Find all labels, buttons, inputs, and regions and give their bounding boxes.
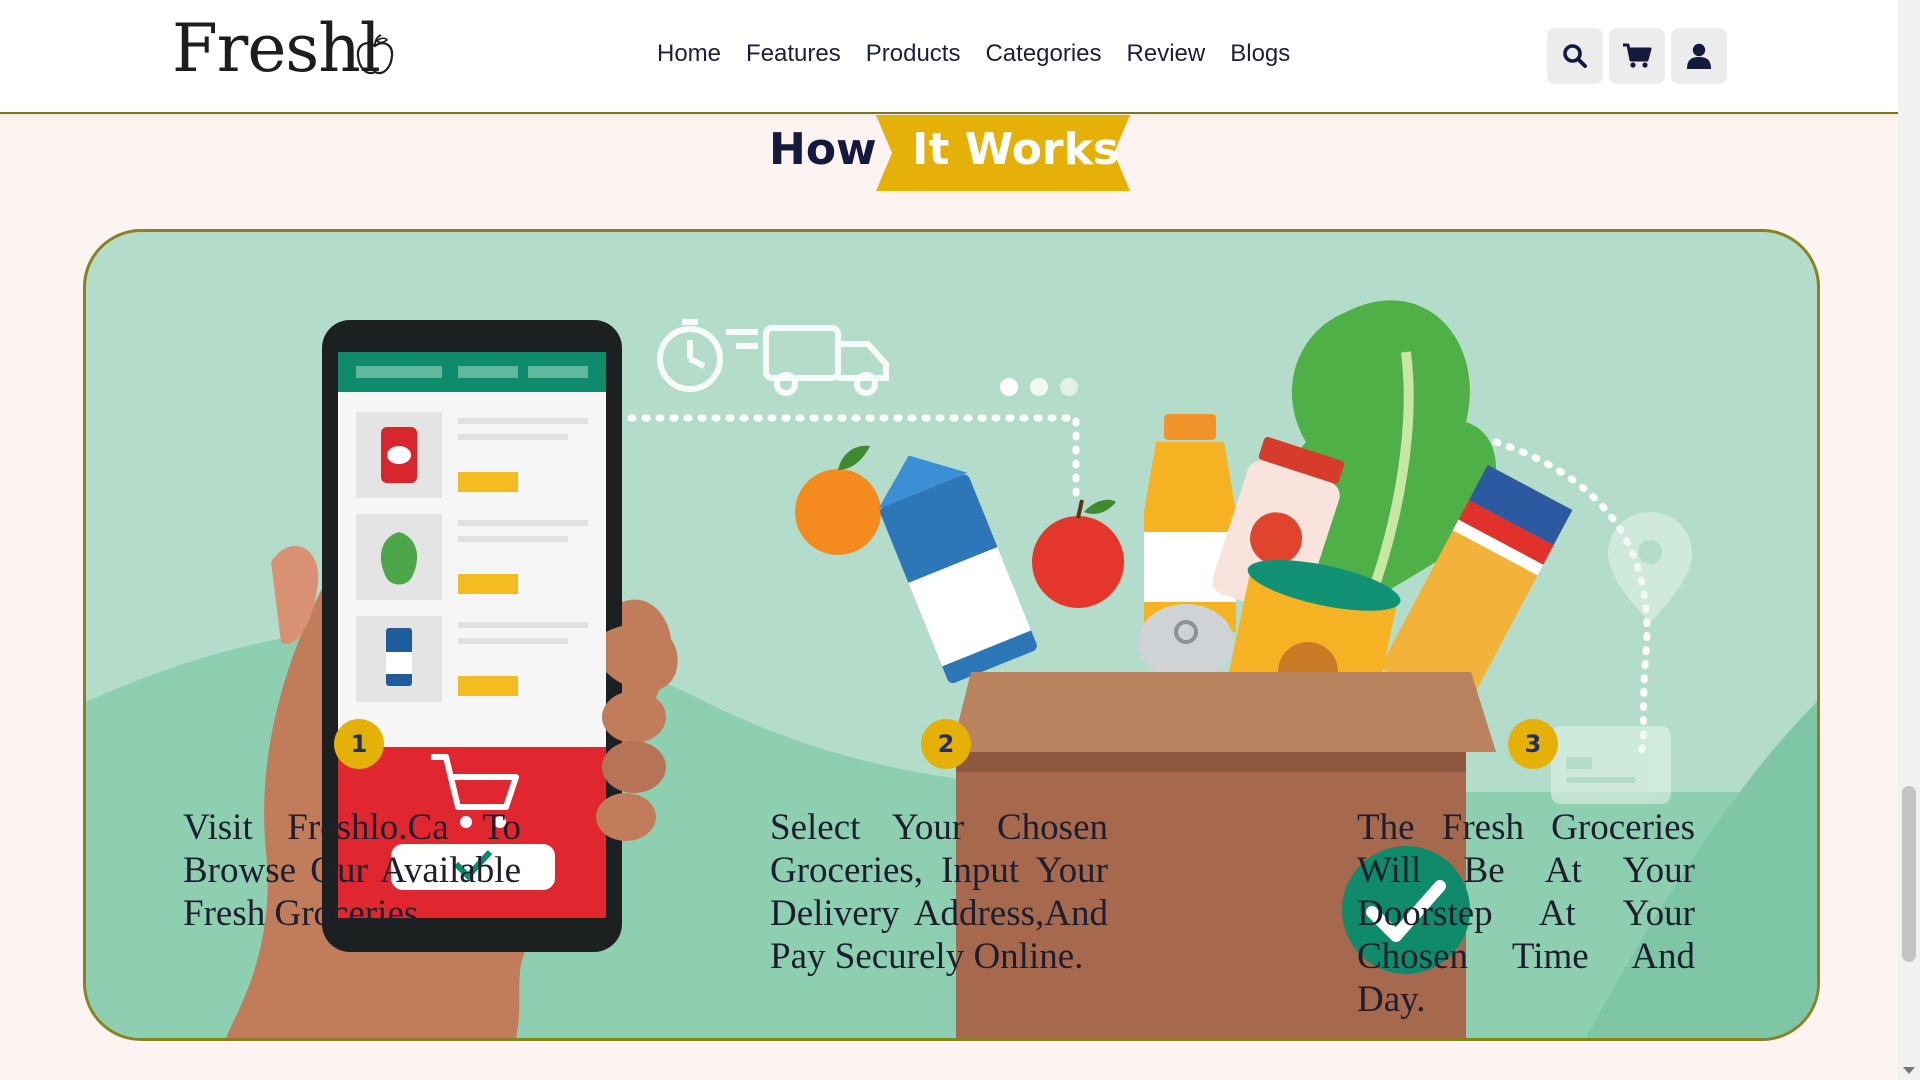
credit-card-icon [1551,726,1671,804]
nav-home[interactable]: Home [657,40,721,68]
stopwatch-icon [657,319,723,392]
step-3-text: The Fresh Groceries Will Be At Your Door… [1357,807,1695,1020]
nav-review[interactable]: Review [1127,40,1206,68]
user-icon [1687,43,1711,69]
search-button[interactable] [1547,28,1603,84]
account-button[interactable] [1671,28,1727,84]
scroll-down-arrow-icon[interactable] [1903,1067,1915,1074]
scrollbar-thumb[interactable] [1902,786,1916,962]
page-scrollbar[interactable] [1898,0,1920,1080]
search-icon [1563,44,1587,68]
step-2-badge: 2 [921,719,971,769]
main-nav: Home Features Products Categories Review… [657,40,1315,68]
step-2-text: Select Your Chosen Groceries, Input Your… [770,807,1108,977]
cart-button[interactable] [1609,28,1665,84]
logo[interactable]: Freshl [172,14,381,84]
nav-products[interactable]: Products [866,40,961,68]
step-3-badge: 3 [1508,719,1558,769]
cart-icon [1623,43,1652,68]
step-1-badge: 1 [334,719,384,769]
nav-categories[interactable]: Categories [985,40,1101,68]
nav-blogs[interactable]: Blogs [1230,40,1290,68]
step-1-text: Visit Freshlo.Ca To Browse Our Available… [183,807,521,934]
nav-features[interactable]: Features [746,40,841,68]
location-pin-icon [1608,512,1692,622]
apple-logo-icon [356,34,394,75]
delivery-truck-icon [726,325,889,396]
site-header: Freshl Home Features Products Categories… [0,0,1898,114]
section-heading-plain: How [769,124,877,175]
how-it-works-card: 1 2 3 Visit Freshlo.Ca To Browse Our Ava… [83,229,1820,1041]
section-heading-highlight: It Works [912,124,1120,175]
